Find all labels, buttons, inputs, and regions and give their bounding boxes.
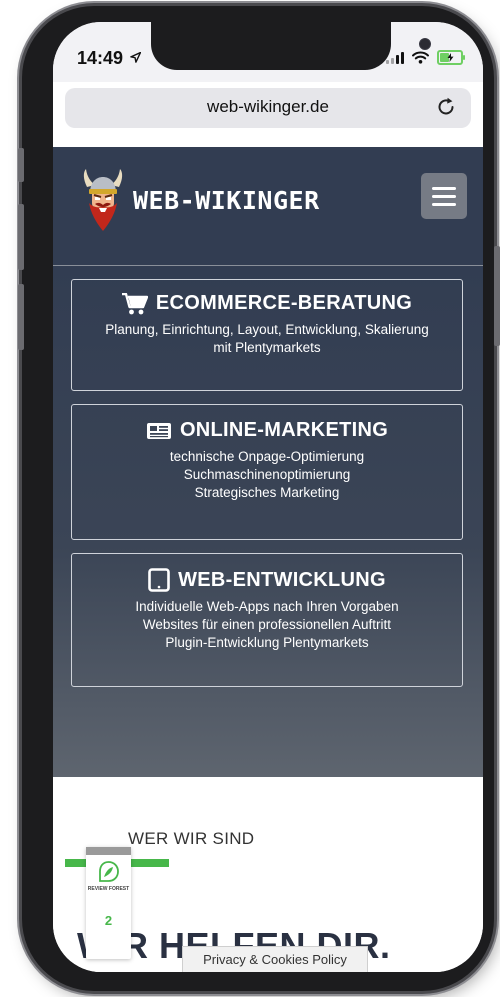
phone-screen: 14:49 web-wikinger.de WEB-WIKINGER ECOMM… [53,22,483,972]
service-title: ONLINE-MARKETING [72,419,462,442]
cellular-signal-icon [386,51,404,64]
browser-address-bar[interactable]: web-wikinger.de [65,88,471,128]
review-count: 2 [104,913,113,928]
review-forest-leaf-icon [99,861,119,882]
status-icons [386,50,465,65]
service-description-line: Strategisches Marketing [194,485,340,500]
hamburger-menu-button[interactable] [421,173,467,219]
service-description-line: Individuelle Web-Apps nach Ihren Vorgabe… [135,599,399,614]
viking-mascot-icon [83,169,123,231]
reload-icon[interactable] [435,96,457,118]
charging-bolt-icon [447,53,453,62]
battery-charging-icon [437,50,465,65]
service-title-text: ECOMMERCE-BERATUNG [155,292,413,314]
site-header: WEB-WIKINGER [53,147,483,266]
site-logo[interactable]: WEB-WIKINGER [81,169,320,231]
volume-down-button [18,284,24,350]
service-description-line: mit Plentymarkets [213,340,321,355]
power-button [494,246,500,346]
widget-brand-text: REVIEW FOREST [87,886,130,892]
notch [151,22,431,70]
service-title-text: WEB-ENTWICKLUNG [178,568,386,591]
wifi-icon [412,51,429,64]
section-label: WER WIR SIND [128,829,255,848]
status-bar: 14:49 [53,22,483,82]
status-time: 14:49 [77,48,142,69]
volume-up-button [18,204,24,270]
service-description-line: Suchmaschinenoptimierung [183,467,351,482]
menu-line-icon [432,202,456,206]
service-card-marketing[interactable]: ONLINE-MARKETING technische Onpage-Optim… [71,404,463,540]
service-description-line: Planung, Einrichtung, Layout, Entwicklun… [105,322,429,337]
service-card-development[interactable]: WEB-ENTWICKLUNG Individuelle Web-Apps na… [71,553,463,687]
location-arrow-icon [130,51,142,63]
service-description-line: Plugin-Entwicklung Plentymarkets [165,635,369,650]
privacy-cookies-tab[interactable]: Privacy & Cookies Policy [182,946,368,972]
shopping-cart-icon [121,292,148,314]
menu-line-icon [432,194,456,198]
service-description-line: technische Onpage-Optimierung [169,449,365,464]
url-text[interactable]: web-wikinger.de [65,97,471,117]
menu-line-icon [432,186,456,190]
mute-switch [18,148,24,182]
widget-top-bar [86,847,131,855]
service-title-text: ONLINE-MARKETING [179,419,389,441]
newspaper-icon [146,422,171,439]
service-card-ecommerce[interactable]: ECOMMERCE-BERATUNG Planung, Einrichtung,… [71,279,463,391]
front-camera [419,38,431,50]
logo-text: WEB-WIKINGER [133,185,320,215]
service-title: WEB-ENTWICKLUNG [72,568,462,592]
hero-section: ECOMMERCE-BERATUNG Planung, Einrichtung,… [53,266,483,777]
service-title: ECOMMERCE-BERATUNG [72,292,462,315]
service-description-line: Websites für einen professionellen Auftr… [142,617,392,632]
review-forest-widget[interactable]: REVIEW FOREST 2 [86,847,131,959]
about-section: WER WIR SIND WIR HELFEN DIR. REVIEW FORE… [53,777,483,972]
tablet-icon [148,568,170,592]
